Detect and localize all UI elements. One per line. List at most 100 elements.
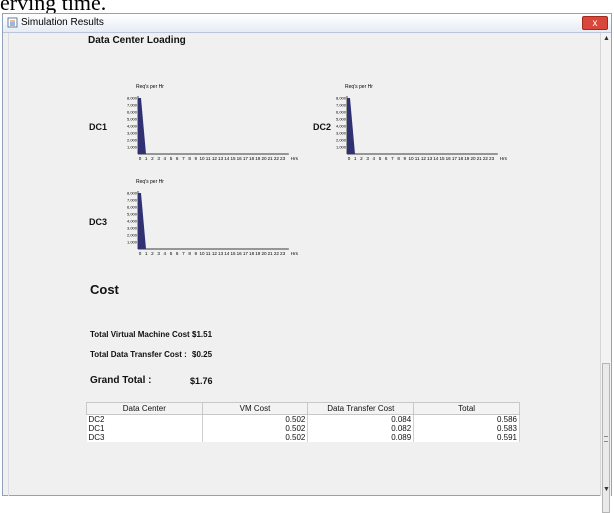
col-total[interactable]: Total (413, 402, 520, 415)
title-bar[interactable]: Simulation Results x (3, 14, 611, 33)
x-tick-label: 0 (139, 251, 142, 256)
x-tick-label: 16 (446, 156, 452, 161)
cell-data-transfer-cost: 0.089 (307, 433, 415, 442)
col-data-transfer-cost[interactable]: Data Transfer Cost (307, 402, 415, 415)
cost-heading: Cost (90, 282, 119, 297)
grand-total-label: Grand Total : (90, 375, 152, 386)
x-tick-label: 20 (470, 156, 476, 161)
grand-total-value: $1.76 (190, 376, 213, 386)
x-tick-label: 19 (255, 156, 261, 161)
x-tick-label: 10 (408, 156, 414, 161)
dc1-label: DC1 (89, 122, 108, 132)
x-tick-label: 23 (489, 156, 495, 161)
data-transfer-cost-label: Total Data Transfer Cost : (90, 350, 187, 359)
close-button[interactable]: x (582, 16, 608, 30)
x-tick-label: 11 (206, 251, 211, 256)
x-tick-label: 11 (415, 156, 420, 161)
x-tick-label: 22 (274, 156, 280, 161)
x-tick-label: 16 (237, 156, 243, 161)
table-row[interactable]: DC1 0.502 0.082 0.583 (86, 424, 520, 433)
x-unit-label: Hrs (291, 156, 299, 161)
cell-data-center: DC2 (86, 414, 203, 424)
data-bar (138, 98, 146, 154)
x-tick-label: 7 (182, 156, 185, 161)
grip-icon (604, 436, 608, 442)
scroll-up-arrow-icon[interactable]: ▲ (602, 34, 611, 44)
x-tick-label: 15 (230, 251, 236, 256)
x-tick-label: 4 (164, 251, 167, 256)
y-tick-label: 3,000 (127, 131, 138, 136)
y-tick-label: 8,000 (127, 96, 138, 101)
x-tick-label: 18 (249, 251, 255, 256)
x-tick-label: 8 (188, 156, 191, 161)
x-tick-label: 12 (212, 251, 218, 256)
table-header-row: Data Center VM Cost Data Transfer Cost T… (86, 402, 520, 415)
data-transfer-cost-value: $0.25 (192, 350, 213, 359)
x-tick-label: 6 (176, 251, 179, 256)
col-data-center[interactable]: Data Center (86, 402, 203, 415)
close-icon: x (592, 18, 598, 29)
cell-vm-cost: 0.502 (202, 414, 309, 424)
vm-cost-label: Total Virtual Machine Cost : (90, 330, 195, 339)
x-tick-label: 20 (261, 156, 267, 161)
y-tick-label: 3,000 (336, 131, 347, 136)
cell-vm-cost: 0.502 (202, 424, 309, 433)
x-tick-label: 9 (404, 156, 407, 161)
x-tick-label: 1 (354, 156, 357, 161)
x-tick-label: 13 (427, 156, 433, 161)
left-border (3, 33, 9, 496)
java-app-icon (7, 17, 18, 28)
data-center-loading-heading: Data Center Loading (88, 35, 186, 46)
x-tick-label: 10 (199, 156, 205, 161)
x-tick-label: 19 (255, 251, 261, 256)
vertical-scrollbar[interactable]: ▲ ▼ (600, 33, 611, 513)
scroll-down-arrow-icon[interactable]: ▼ (602, 485, 611, 495)
x-tick-label: 2 (151, 251, 154, 256)
cell-total: 0.591 (413, 433, 520, 442)
x-tick-label: 23 (280, 251, 286, 256)
y-tick-label: 8,000 (336, 96, 347, 101)
dc3-label: DC3 (89, 217, 108, 227)
dc2-label: DC2 (313, 122, 332, 132)
x-tick-label: 7 (182, 251, 185, 256)
x-tick-label: 12 (421, 156, 427, 161)
x-tick-label: 23 (280, 156, 286, 161)
x-tick-label: 4 (373, 156, 376, 161)
y-tick-label: 1,000 (127, 240, 138, 245)
x-tick-label: 5 (379, 156, 382, 161)
y-tick-label: 6,000 (127, 205, 138, 210)
x-unit-label: Hrs (291, 251, 299, 256)
x-tick-label: 3 (157, 251, 160, 256)
table-row[interactable]: DC2 0.502 0.084 0.586 (86, 414, 520, 424)
cell-data-transfer-cost: 0.082 (307, 424, 415, 433)
x-tick-label: 5 (170, 156, 173, 161)
x-tick-label: 21 (268, 156, 274, 161)
y-tick-label: 8,000 (127, 191, 138, 196)
y-tick-label: 6,000 (336, 110, 347, 115)
col-vm-cost[interactable]: VM Cost (201, 402, 309, 415)
y-tick-label: 2,000 (127, 138, 138, 143)
x-tick-label: 13 (218, 251, 224, 256)
x-tick-label: 15 (439, 156, 445, 161)
x-tick-label: 5 (170, 251, 173, 256)
vm-cost-value: $1.51 (192, 330, 213, 339)
cell-data-center: DC1 (86, 424, 203, 433)
x-tick-label: 6 (385, 156, 388, 161)
x-tick-label: 18 (458, 156, 464, 161)
x-tick-label: 9 (195, 251, 198, 256)
y-tick-label: 4,000 (127, 124, 138, 129)
y-tick-label: 7,000 (127, 198, 138, 203)
table-row[interactable]: DC3 0.502 0.089 0.591 (86, 433, 520, 442)
cell-total: 0.583 (413, 424, 520, 433)
x-tick-label: 6 (176, 156, 179, 161)
dc1-chart: 1,000 2,000 3,000 4,000 5,000 6,000 7,000 8,000… (127, 96, 299, 162)
y-tick-label: 2,000 (127, 233, 138, 238)
x-tick-label: 3 (157, 156, 160, 161)
x-tick-label: 3 (366, 156, 369, 161)
dc2-chart: 1,000 2,000 3,000 4,000 5,000 6,000 7,000 8,000… (336, 96, 508, 162)
y-tick-label: 4,000 (336, 124, 347, 129)
cell-vm-cost: 0.502 (202, 433, 309, 442)
cell-data-center: DC3 (86, 433, 203, 442)
x-tick-label: 14 (224, 156, 230, 161)
x-tick-label: 17 (452, 156, 458, 161)
